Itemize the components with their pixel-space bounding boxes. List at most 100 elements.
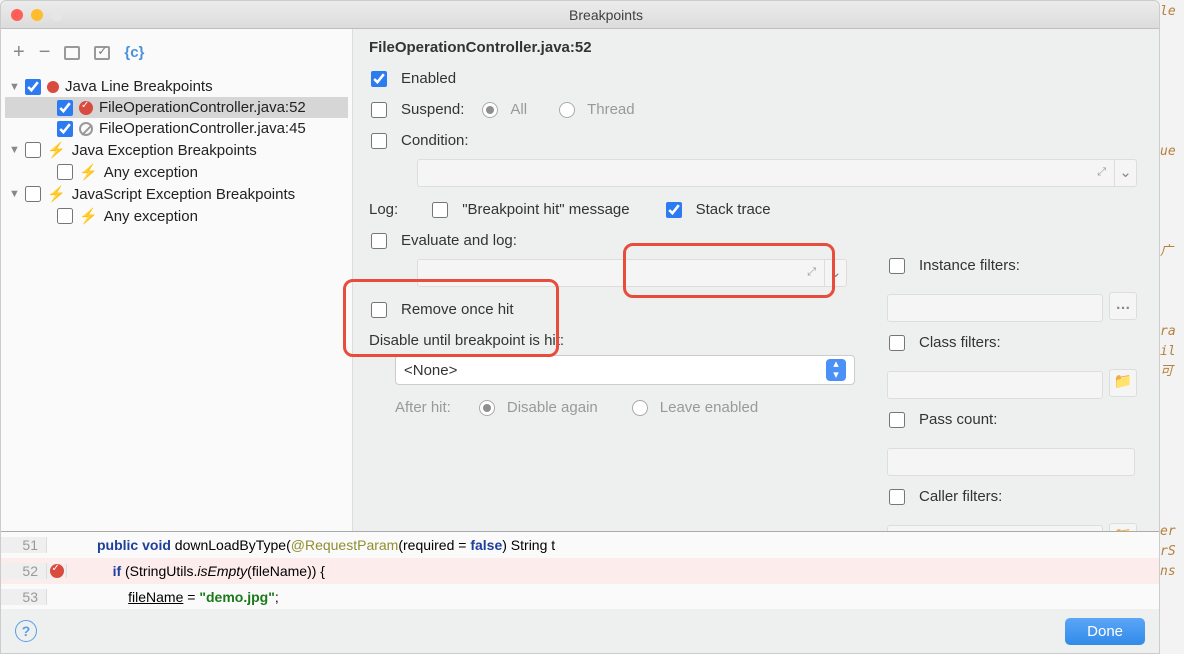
evallog-checkbox[interactable]	[371, 233, 387, 249]
close-window-button[interactable]	[11, 9, 23, 21]
tree-item-any2[interactable]: ⚡ Any exception	[5, 205, 348, 227]
group-checkbox[interactable]	[25, 186, 41, 202]
classfilters-browse-button[interactable]: 📁	[1109, 369, 1137, 397]
classfilters-label: Class filters:	[919, 334, 1001, 351]
breakpoints-window: Breakpoints + − {c} ▼ Java Line Breakpoi…	[0, 0, 1160, 654]
group-checkbox[interactable]	[25, 142, 41, 158]
breakpoint-gutter-icon[interactable]	[50, 564, 64, 578]
passcount-label: Pass count:	[919, 411, 997, 428]
footer: ? Done	[1, 609, 1159, 653]
suspend-all-radio[interactable]	[482, 102, 498, 118]
evallog-label: Evaluate and log:	[401, 232, 517, 249]
evallog-input[interactable]: ⤢⌄	[417, 259, 847, 287]
select-arrow-icon: ▴▾	[826, 359, 846, 381]
select-value: <None>	[404, 362, 457, 379]
tree-toolbar: + − {c}	[5, 35, 348, 76]
tree-item-bp2[interactable]: FileOperationController.java:45	[5, 118, 348, 139]
chevron-down-icon: ▼	[9, 144, 21, 156]
tree-label: JavaScript Exception Breakpoints	[72, 186, 295, 203]
minimize-window-button[interactable]	[31, 9, 43, 21]
tree-label: Java Exception Breakpoints	[72, 142, 257, 159]
tree-group-java-line[interactable]: ▼ Java Line Breakpoints	[5, 76, 348, 97]
done-button[interactable]: Done	[1065, 618, 1145, 645]
breakpoint-title: FileOperationController.java:52	[369, 39, 1143, 56]
removeonce-checkbox[interactable]	[371, 302, 387, 318]
instancefilters-checkbox[interactable]	[889, 258, 905, 274]
leaveenabled-label: Leave enabled	[660, 399, 758, 416]
classfilters-input[interactable]	[887, 371, 1103, 399]
disableuntil-select[interactable]: <None> ▴▾	[395, 355, 855, 385]
tree-item-any1[interactable]: ⚡ Any exception	[5, 161, 348, 183]
disableagain-radio[interactable]	[479, 400, 495, 416]
tree-label: FileOperationController.java:52	[99, 99, 306, 116]
dropdown-icon[interactable]: ⌄	[824, 260, 846, 286]
line-number: 52	[1, 563, 47, 579]
callerfilters-checkbox[interactable]	[889, 489, 905, 505]
breakpoint-tree-panel: + − {c} ▼ Java Line Breakpoints FileOper…	[1, 29, 353, 611]
add-breakpoint-button[interactable]: +	[13, 41, 25, 64]
background-code-snippet: leue广rail可errSns	[1160, 0, 1184, 654]
tree-group-java-exception[interactable]: ▼ ⚡ Java Exception Breakpoints	[5, 139, 348, 161]
enabled-checkbox[interactable]	[371, 71, 387, 87]
tree-label: Java Line Breakpoints	[65, 78, 213, 95]
tree-label: FileOperationController.java:45	[99, 120, 306, 137]
passcount-input[interactable]	[887, 448, 1135, 476]
expand-icon[interactable]: ⤢	[807, 266, 816, 279]
condition-checkbox[interactable]	[371, 133, 387, 149]
stacktrace-checkbox[interactable]	[666, 202, 682, 218]
afterhit-label: After hit:	[395, 399, 451, 416]
callerfilters-label: Caller filters:	[919, 488, 1002, 505]
code-preview: 51 public void downLoadByType(@RequestPa…	[1, 531, 1159, 609]
passcount-checkbox[interactable]	[889, 412, 905, 428]
leaveenabled-radio[interactable]	[632, 400, 648, 416]
log-label: Log:	[369, 201, 398, 218]
removeonce-label: Remove once hit	[401, 301, 514, 318]
line-number: 53	[1, 589, 47, 605]
disableuntil-label: Disable until breakpoint is hit:	[369, 332, 564, 349]
suspend-thread-radio[interactable]	[559, 102, 575, 118]
disableagain-label: Disable again	[507, 399, 598, 416]
help-button[interactable]: ?	[15, 620, 37, 642]
enabled-label: Enabled	[401, 70, 456, 87]
group-by-button[interactable]: {c}	[124, 44, 144, 61]
bpmsg-checkbox[interactable]	[432, 202, 448, 218]
bolt-icon: ⚡	[47, 185, 66, 203]
breakpoint-hit-icon	[79, 101, 93, 115]
bp-checkbox[interactable]	[57, 100, 73, 116]
chevron-down-icon: ▼	[9, 188, 21, 200]
breakpoint-icon	[47, 81, 59, 93]
window-title: Breakpoints	[63, 7, 1149, 23]
group-checkbox[interactable]	[25, 79, 41, 95]
instancefilters-input[interactable]	[887, 294, 1103, 322]
bp-checkbox[interactable]	[57, 121, 73, 137]
view-mode-button-2[interactable]	[94, 46, 110, 60]
bolt-icon: ⚡	[79, 207, 98, 225]
bp-checkbox[interactable]	[57, 164, 73, 180]
chevron-down-icon: ▼	[9, 81, 21, 93]
bp-checkbox[interactable]	[57, 208, 73, 224]
tree-label: Any exception	[104, 164, 198, 181]
bolt-icon: ⚡	[79, 163, 98, 181]
suspend-checkbox[interactable]	[371, 102, 387, 118]
view-mode-button-1[interactable]	[64, 46, 80, 60]
condition-input[interactable]: ⤢⌄	[417, 159, 1137, 187]
condition-label: Condition:	[401, 132, 469, 149]
line-number: 51	[1, 537, 47, 553]
bolt-icon: ⚡	[47, 141, 66, 159]
remove-breakpoint-button[interactable]: −	[39, 41, 51, 64]
disabled-breakpoint-icon	[79, 122, 93, 136]
breakpoint-detail-panel: FileOperationController.java:52 Enabled …	[353, 29, 1159, 611]
zoom-window-button[interactable]	[51, 9, 63, 21]
suspend-label: Suspend:	[401, 101, 464, 118]
expand-icon[interactable]: ⤢	[1097, 166, 1106, 179]
classfilters-checkbox[interactable]	[889, 335, 905, 351]
bpmsg-label: "Breakpoint hit" message	[462, 201, 629, 218]
tree-group-js-exception[interactable]: ▼ ⚡ JavaScript Exception Breakpoints	[5, 183, 348, 205]
all-label: All	[510, 101, 527, 118]
dropdown-icon[interactable]: ⌄	[1114, 160, 1136, 186]
titlebar: Breakpoints	[1, 1, 1159, 29]
stacktrace-label: Stack trace	[696, 201, 771, 218]
tree-item-bp1[interactable]: FileOperationController.java:52	[5, 97, 348, 118]
instancefilters-browse-button[interactable]: …	[1109, 292, 1137, 320]
tree-label: Any exception	[104, 208, 198, 225]
